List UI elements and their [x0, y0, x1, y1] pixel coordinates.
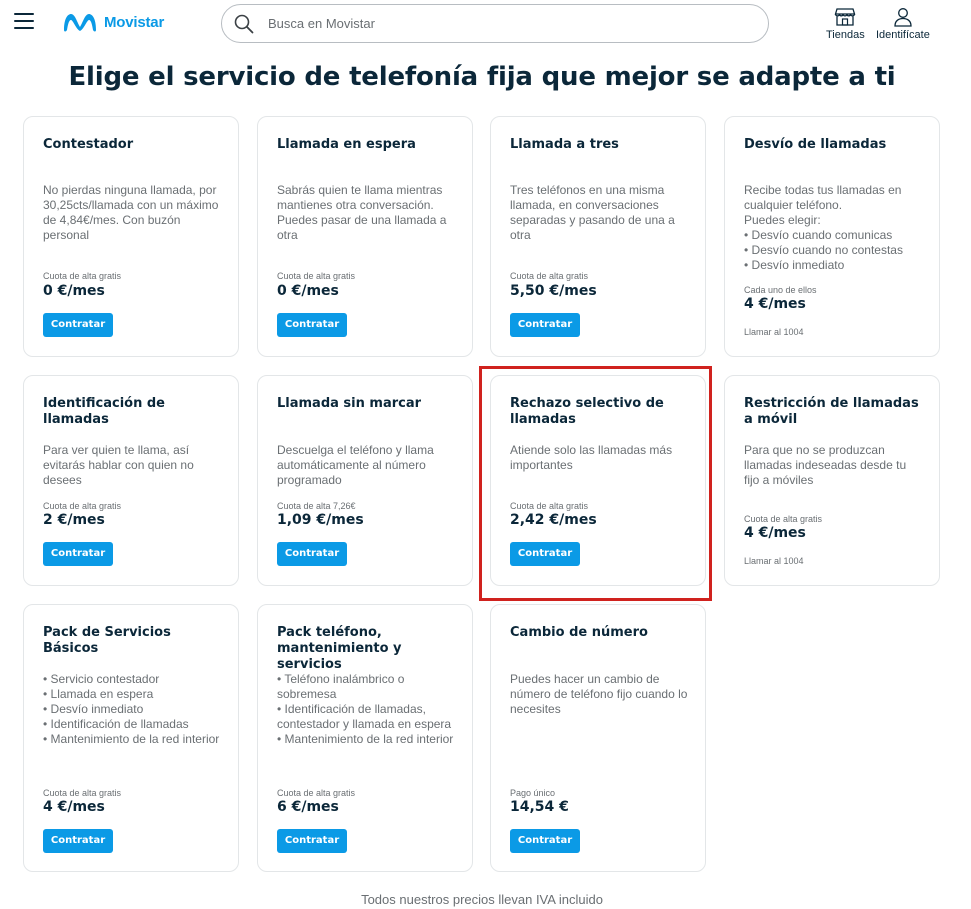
stores-link[interactable]: Tiendas [826, 7, 865, 41]
card-price: 0 €/mes [277, 283, 339, 299]
menu-icon[interactable] [14, 13, 34, 31]
card-title: Cambio de número [510, 625, 648, 640]
service-card-contestador: Contestador No pierdas ninguna llamada, … [23, 116, 239, 357]
login-link[interactable]: Identifícate [876, 7, 930, 41]
card-description: Para que no se produzcan llamadas indese… [744, 443, 907, 487]
card-title: Llamada en espera [277, 137, 416, 152]
card-title: Identificación de llamadas [43, 396, 165, 427]
service-card-llamada-sin-marcar: Llamada sin marcar Descuelga el teléfono… [257, 375, 473, 586]
card-title: Pack de Servicios Básicos [43, 625, 171, 656]
card-fee-note: Pago único [510, 788, 556, 798]
card-fee-note: Cuota de alta gratis [43, 501, 122, 511]
service-card-pack-telefono: Pack teléfono, mantenimiento y servicios… [257, 604, 473, 872]
contratar-button[interactable]: Contratar [43, 829, 113, 853]
card-description: • Servicio contestador • Llamada en espe… [43, 672, 220, 746]
highlight-frame [479, 366, 712, 601]
contratar-button[interactable]: Contratar [277, 542, 347, 566]
service-card-llamada-en-espera: Llamada en espera Sabrás quien te llama … [257, 116, 473, 357]
site-header: Movistar Busca en Movistar Tiendas Ident… [0, 0, 971, 48]
logo-text: Movistar [104, 13, 165, 31]
card-title: Restricción de llamadas a móvil [744, 396, 919, 427]
service-card-pack-basicos: Pack de Servicios Básicos • Servicio con… [23, 604, 239, 872]
card-fee-note: Cuota de alta gratis [510, 271, 589, 281]
service-card-llamada-a-tres: Llamada a tres Tres teléfonos en una mis… [490, 116, 706, 357]
vat-note: Todos nuestros precios llevan IVA inclui… [361, 892, 603, 907]
card-price: 2 €/mes [43, 512, 105, 528]
card-description: Para ver quien te llama, así evitarás ha… [43, 443, 194, 487]
search-input[interactable]: Busca en Movistar [221, 4, 769, 43]
card-price: 14,54 € [510, 799, 569, 815]
card-price: 4 €/mes [744, 525, 806, 541]
card-price: 6 €/mes [277, 799, 339, 815]
service-card-restriccion-movil: Restricción de llamadas a móvil Para que… [724, 375, 940, 586]
page-title: Elige el servicio de telefonía fija que … [68, 62, 896, 92]
card-fee-note: Cuota de alta gratis [277, 788, 356, 798]
contratar-button[interactable]: Contratar [277, 829, 347, 853]
card-title: Contestador [43, 137, 134, 152]
contratar-button[interactable]: Contratar [510, 829, 580, 853]
card-price: 0 €/mes [43, 283, 105, 299]
card-title: Llamada a tres [510, 137, 619, 152]
service-card-desvio-de-llamadas: Desvío de llamadas Recibe todas tus llam… [724, 116, 940, 357]
card-fee-note: Cada uno de ellos [744, 285, 817, 295]
contratar-button[interactable]: Contratar [43, 542, 113, 566]
service-card-identificacion: Identificación de llamadas Para ver quie… [23, 375, 239, 586]
contratar-button[interactable]: Contratar [43, 313, 113, 337]
card-price: 4 €/mes [43, 799, 105, 815]
movistar-m-icon [64, 14, 96, 32]
service-card-cambio-numero: Cambio de número Puedes hacer un cambio … [490, 604, 706, 872]
card-fee-note: Cuota de alta gratis [43, 788, 122, 798]
card-title: Desvío de llamadas [744, 137, 887, 152]
card-price: 5,50 €/mes [510, 283, 597, 299]
stores-label: Tiendas [826, 29, 865, 41]
user-icon [894, 8, 912, 27]
card-fee-note: Cuota de alta 7,26€ [277, 501, 356, 511]
card-title: Pack teléfono, mantenimiento y servicios [277, 625, 402, 672]
card-description: No pierdas ninguna llamada, por 30,25cts… [43, 183, 219, 242]
card-fee-note: Cuota de alta gratis [744, 514, 823, 524]
store-icon [834, 8, 856, 26]
card-description: Tres teléfonos en una misma llamada, en … [510, 183, 675, 242]
call-1004-note: Llamar al 1004 [744, 556, 804, 566]
card-description: • Teléfono inalámbrico o sobremesa • Ide… [277, 672, 454, 746]
call-1004-note: Llamar al 1004 [744, 327, 804, 337]
card-description: Sabrás quien te llama mientras mantienes… [277, 183, 447, 242]
card-fee-note: Cuota de alta gratis [277, 271, 356, 281]
card-description: Puedes hacer un cambio de número de telé… [510, 672, 688, 716]
movistar-logo[interactable]: Movistar [62, 10, 164, 34]
card-price: 4 €/mes [744, 296, 806, 312]
contratar-button[interactable]: Contratar [277, 313, 347, 337]
search-placeholder: Busca en Movistar [268, 16, 375, 31]
card-title: Llamada sin marcar [277, 396, 422, 411]
card-description: Recibe todas tus llamadas en cualquier t… [744, 183, 903, 272]
card-fee-note: Cuota de alta gratis [43, 271, 122, 281]
login-label: Identifícate [876, 29, 930, 41]
contratar-button[interactable]: Contratar [510, 313, 580, 337]
search-icon [234, 14, 254, 33]
card-price: 1,09 €/mes [277, 512, 364, 528]
card-description: Descuelga el teléfono y llama automática… [277, 443, 434, 487]
